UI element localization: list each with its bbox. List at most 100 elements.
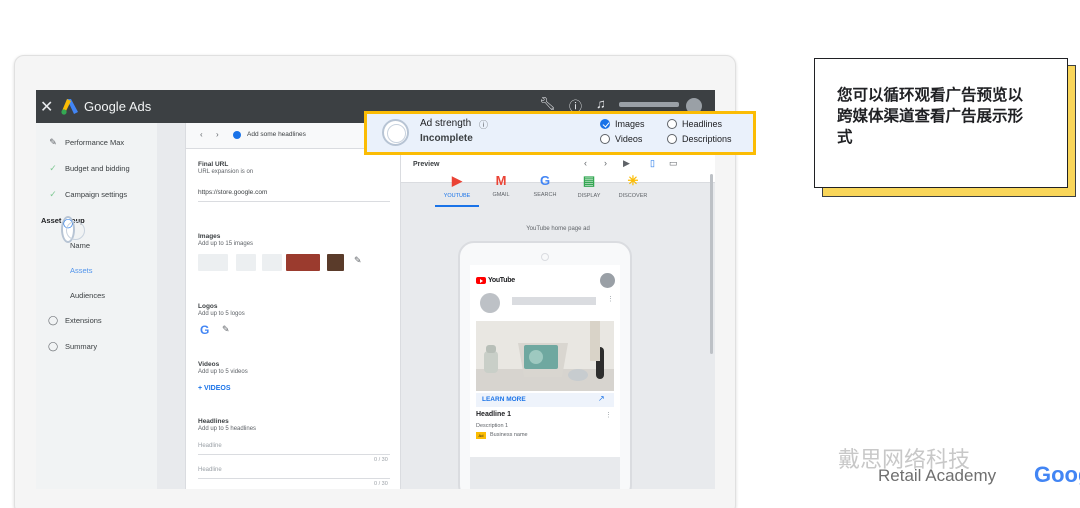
left-nav: ✎ Performance Max ✓ Budget and bidding ✓… [36,123,157,489]
chevron-right-icon[interactable]: › [604,158,607,168]
edit-pencil-icon[interactable]: ✎ [354,255,362,266]
logos-label: Logos [198,303,218,310]
note-text: 您可以循环观看广告预览以跨媒体渠道查看广告展示形式 [837,86,1024,146]
ad-strength-label: Ad strength [420,118,472,129]
ad-headline: Headline 1 [476,411,512,418]
app-brand: Google Ads [84,99,152,114]
check-videos: Videos [600,134,642,144]
scrollbar[interactable] [710,174,713,354]
nav-item-summary[interactable]: ◯ Summary [36,337,97,355]
image-thumb[interactable] [327,254,344,271]
ad-strength-panel: Ad strength ⓘ Incomplete Images Headline… [364,111,756,155]
final-url-label: Final URL [198,161,229,168]
edit-pencil-icon[interactable]: ✎ [222,324,230,335]
videos-hint: Add up to 5 videos [198,369,248,375]
search-g-icon: G [539,173,551,188]
channel-discover[interactable]: ✳ DISCOVER [611,173,655,199]
play-icon[interactable]: ▶ [623,158,630,169]
chevron-left-icon[interactable]: ‹ [584,158,587,168]
google-g-logo-icon[interactable]: G [200,323,209,337]
ad-badge: Ad [476,432,486,439]
images-hint: Add up to 15 images [198,241,254,247]
note-box: 您可以循环观看广告预览以跨媒体渠道查看广告展示形式 [814,58,1068,188]
wrench-icon[interactable]: 🔧︎ [539,96,556,112]
preview-pane: Preview ‹ › ▶ ▯ ▭ ▶ YOUTUBE M GMAIL G SE… [401,123,715,489]
headline-input-1[interactable]: Headline [198,443,222,449]
channel-search[interactable]: G SEARCH [523,173,567,198]
chevron-right-icon[interactable]: › [216,130,219,139]
help-icon[interactable]: ⓘ [479,118,488,131]
bell-icon[interactable]: ♫ [596,96,606,111]
ad-strength-status: Incomplete [420,133,473,144]
image-thumb[interactable] [286,254,320,271]
images-label: Images [198,233,221,240]
nav-item-name[interactable]: Name [36,236,90,254]
nav-item-campaign-settings[interactable]: ✓ Campaign settings [36,185,127,203]
avatar [600,273,615,288]
active-channel-underline [435,205,479,207]
check-icon: ✓ [49,188,57,199]
preview-subtitle: YouTube home page ad [526,226,590,232]
slide: ✕ Google Ads 🔧︎ ⓘ ♫ ✎ Performance Max ✓ … [0,0,1080,508]
nav-item-assets[interactable]: Assets [36,261,93,279]
editor-header-title: Add some headlines [247,131,306,138]
final-url-hint: URL expansion is on [198,169,254,175]
close-icon[interactable]: ✕ [40,97,53,117]
watermark-google: Goog [1034,462,1080,487]
display-icon: ▤ [582,173,596,188]
headlines-label: Headlines [198,418,229,425]
ring-icon: ◯ [47,314,59,325]
checked-circle-icon [600,119,610,129]
phone-screen: YouTube ⋮ LEARN MORE ↗ Headline 1 ⋮ Desc… [470,265,620,489]
image-thumb[interactable] [236,254,256,271]
phone-camera [541,253,549,261]
empty-circle-icon [667,134,677,144]
headline-underline [198,454,390,455]
final-url-underline [198,201,390,202]
ad-hero-image[interactable] [476,321,614,391]
nav-gutter [157,123,185,489]
youtube-icon: ▶ [452,173,462,188]
discover-icon: ✳ [627,173,639,188]
youtube-play-icon [476,277,486,284]
final-url-input[interactable]: https://store.google.com [198,189,267,196]
image-thumb[interactable] [198,254,228,271]
check-images: Images [600,119,645,129]
check-icon: ✓ [49,162,57,173]
phone-mockup: YouTube ⋮ LEARN MORE ↗ Headline 1 ⋮ Desc… [458,241,632,489]
headline-underline [198,478,390,479]
add-videos-button[interactable]: + VIDEOS [198,385,230,392]
google-ads-logo-icon [61,99,78,115]
ring-icon: ◯ [47,340,59,351]
more-vert-icon[interactable]: ⋮ [605,411,612,419]
logos-hint: Add up to 5 logos [198,311,245,317]
mobile-icon[interactable]: ▯ [650,158,655,169]
nav-item-asset-group[interactable]: ◯ Asset group [36,211,85,243]
ad-strength-ring-icon [382,119,409,146]
account-bar [619,102,679,107]
title-placeholder-bar [512,297,596,305]
headline-counter: 0 / 30 [374,481,388,487]
videos-label: Videos [198,361,220,368]
nav-item-budget[interactable]: ✓ Budget and bidding [36,159,129,177]
headline-input-2[interactable]: Headline [198,467,222,473]
empty-circle-icon [667,119,677,129]
check-headlines: Headlines [667,119,722,129]
channel-youtube[interactable]: ▶ YOUTUBE [435,173,479,199]
feed-placeholder [470,457,620,489]
chevron-left-icon[interactable]: ‹ [200,130,203,139]
more-vert-icon[interactable]: ⋮ [607,295,614,303]
asset-editor: ‹ › Add some headlines Final URL URL exp… [185,123,401,489]
open-in-new-icon: ↗ [598,394,605,403]
nav-item-extensions[interactable]: ◯ Extensions [36,311,102,329]
image-thumb[interactable] [262,254,282,271]
nav-item-performance-max[interactable]: ✎ Performance Max [36,133,124,151]
nav-item-audiences[interactable]: Audiences [36,286,105,304]
headline-counter: 0 / 30 [374,457,388,463]
channel-display[interactable]: ▤ DISPLAY [567,173,611,199]
learn-more-button[interactable]: LEARN MORE ↗ [476,393,614,407]
channel-gmail[interactable]: M GMAIL [479,173,523,198]
desktop-icon[interactable]: ▭ [669,158,678,169]
info-dot-icon [233,131,241,139]
ad-description: Description 1 [476,423,509,429]
